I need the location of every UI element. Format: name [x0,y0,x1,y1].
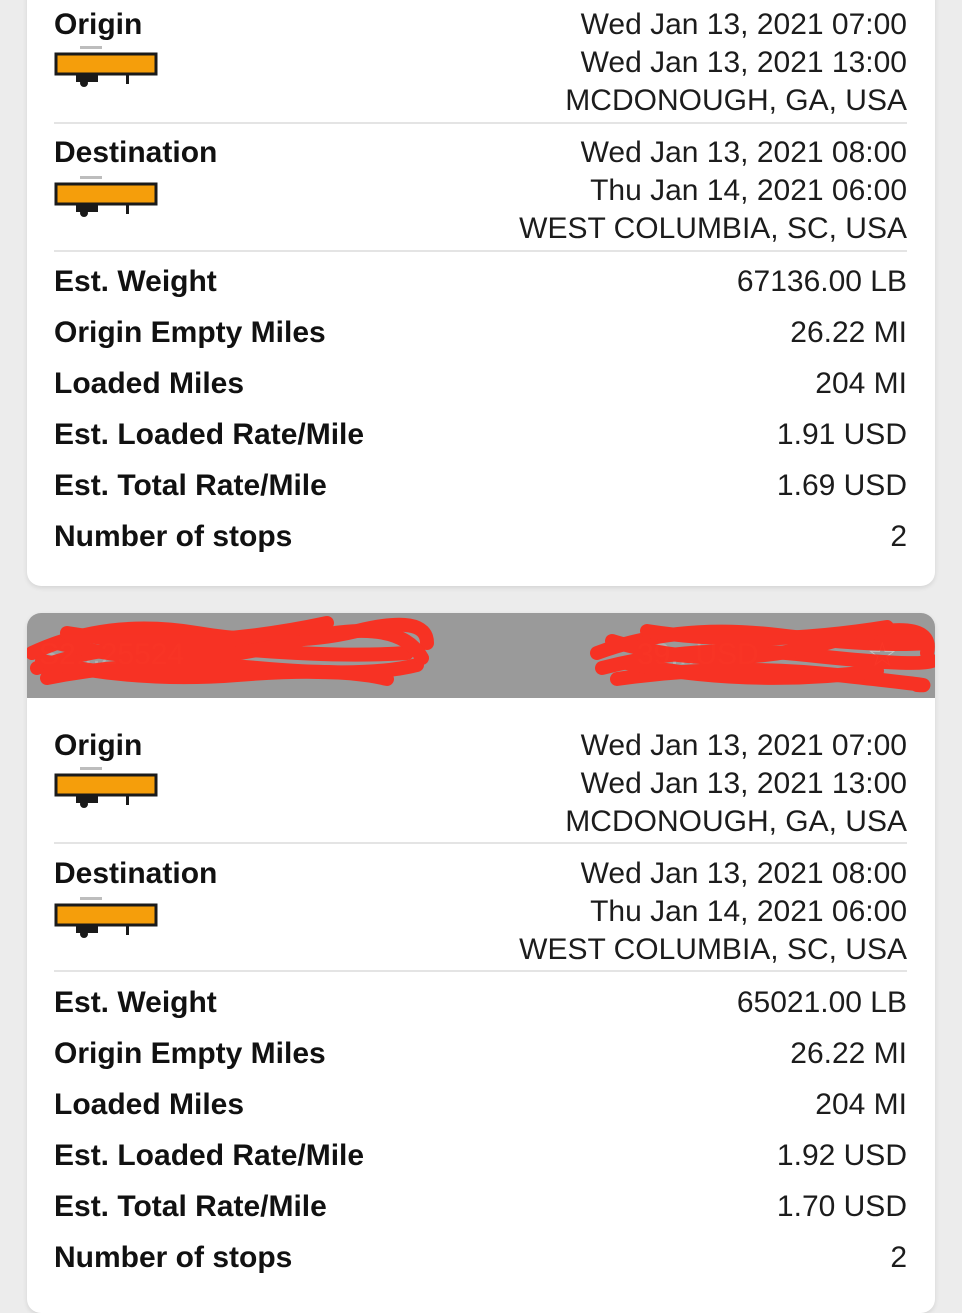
origin-empty-miles-value: 26.22 MI [790,1037,907,1070]
est-loaded-rate-value: 1.92 USD [776,1139,907,1172]
est-loaded-rate-label: Est. Loaded Rate/Mile [54,1139,365,1172]
est-loaded-rate-value: 1.91 USD [776,418,907,451]
est-total-rate-label: Est. Total Rate/Mile [54,469,327,502]
divider [54,122,907,124]
number-of-stops-value: 2 [890,520,907,553]
origin-early-time: Wed Jan 13, 2021 07:00 [580,8,907,41]
trailer-icon [54,767,158,808]
destination-early-time: Wed Jan 13, 2021 08:00 [580,857,907,890]
destination-late-time: Thu Jan 14, 2021 06:00 [590,174,907,207]
origin-label: Origin [54,729,143,762]
trailer-icon [54,46,158,87]
origin-empty-miles-label: Origin Empty Miles [54,1037,326,1070]
loaded-miles-value: 204 MI [815,367,907,400]
est-weight-label: Est. Weight [54,986,217,1019]
origin-late-time: Wed Jan 13, 2021 13:00 [580,46,907,79]
number-of-stops-value: 2 [890,1241,907,1274]
load-card-header[interactable]: S2...25524 39...USD ☆ [27,613,935,698]
trailer-icon [54,176,158,217]
est-total-rate-value: 1.70 USD [776,1190,907,1223]
load-card-2[interactable]: S2...25524 39...USD ☆ Origin Wed Jan 13,… [27,613,935,1313]
divider [54,250,907,252]
origin-label: Origin [54,8,143,41]
redaction-scribble [27,616,434,686]
est-weight-label: Est. Weight [54,265,217,298]
origin-empty-miles-value: 26.22 MI [790,316,907,349]
est-weight-value: 65021.00 LB [736,986,907,1019]
destination-late-time: Thu Jan 14, 2021 06:00 [590,895,907,928]
destination-location: WEST COLUMBIA, SC, USA [519,933,907,966]
loaded-miles-label: Loaded Miles [54,367,245,400]
destination-label: Destination [54,136,218,169]
destination-location: WEST COLUMBIA, SC, USA [519,212,907,245]
est-total-rate-label: Est. Total Rate/Mile [54,1190,327,1223]
destination-early-time: Wed Jan 13, 2021 08:00 [580,136,907,169]
origin-late-time: Wed Jan 13, 2021 13:00 [580,767,907,800]
origin-early-time: Wed Jan 13, 2021 07:00 [580,729,907,762]
destination-label: Destination [54,857,218,890]
load-card-1[interactable]: Origin Wed Jan 13, 2021 07:00 Wed Jan 13… [27,0,935,586]
origin-location: MCDONOUGH, GA, USA [565,84,907,117]
number-of-stops-label: Number of stops [54,520,293,553]
divider [54,970,907,972]
number-of-stops-label: Number of stops [54,1241,293,1274]
est-total-rate-value: 1.69 USD [776,469,907,502]
loaded-miles-value: 204 MI [815,1088,907,1121]
trailer-icon [54,897,158,938]
redaction-scribble [590,620,935,693]
est-weight-value: 67136.00 LB [736,265,907,298]
origin-empty-miles-label: Origin Empty Miles [54,316,326,349]
est-loaded-rate-label: Est. Loaded Rate/Mile [54,418,365,451]
divider [54,842,907,844]
origin-location: MCDONOUGH, GA, USA [565,805,907,838]
loaded-miles-label: Loaded Miles [54,1088,245,1121]
